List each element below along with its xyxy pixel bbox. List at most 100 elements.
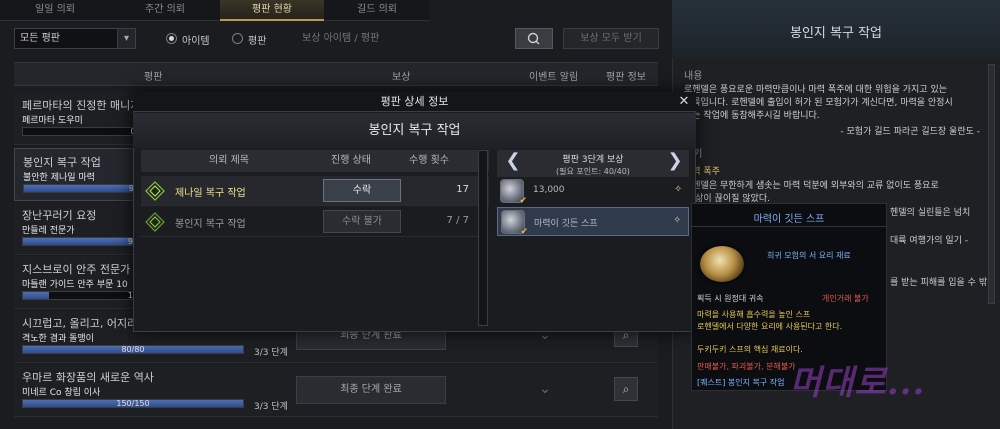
table-header: 평판 보상 이벤트 알림 평판 정보: [14, 62, 658, 86]
event-alert-icon[interactable]: ⌄: [534, 378, 556, 400]
story-side-line: 대륙 여행가의 일기 -: [890, 236, 969, 246]
tooltip-trade: 개인거래 불가: [822, 294, 869, 303]
tooltip-desc-line: 로헨델에서 다양한 요리에 사용된다고 한다.: [697, 322, 843, 331]
soup-icon: ✔: [501, 210, 528, 237]
final-stage-button[interactable]: 최종 단계 완료: [296, 376, 446, 404]
watermark: 머대로...: [790, 363, 926, 403]
quest-count: 17: [456, 184, 469, 195]
content-label: 내용: [684, 71, 703, 82]
quest-table-header: 의뢰 제목 진행 상태 수행 횟수: [141, 150, 489, 172]
reward-stage-title: 평판 3단계 보상: [562, 155, 624, 165]
tab-weekly[interactable]: 주간 의뢰: [110, 0, 220, 21]
close-icon[interactable]: ✕: [675, 93, 693, 111]
content-signature: - 모험가 길드 파라곤 길드장 울란도 -: [840, 127, 980, 137]
check-icon: ✔: [520, 227, 528, 237]
header-reputation: 평판: [144, 72, 163, 83]
category-select-value: 모든 평판: [20, 33, 60, 44]
row-subtitle: 만들레 전문가: [22, 226, 75, 236]
row-subtitle: 마틀랜 가이드 안주 부문 10: [22, 280, 128, 290]
silver-icon: ✔: [500, 179, 527, 206]
radio-reputation[interactable]: [232, 33, 243, 44]
reward-points: (필요 포인트: 40/40): [556, 167, 630, 176]
chevron-down-icon: ▾: [117, 29, 135, 48]
tooltip-quest-tag: [퀘스트] 봉인지 복구 작업: [697, 378, 785, 387]
category-select[interactable]: 모든 평판 ▾: [14, 28, 136, 49]
content-line: 키는 작업에 동참해주시길 바랍니다.: [684, 111, 820, 121]
search-button[interactable]: [515, 28, 553, 49]
tooltip-desc-line: 마력을 사용해 흡수력을 높인 스프: [697, 310, 811, 319]
row-title: 장난꾸러기 요정: [22, 209, 97, 222]
radio-item[interactable]: [166, 33, 177, 44]
quest-scrollbar[interactable]: [478, 150, 488, 326]
tooltip-divider: [692, 226, 886, 227]
col-status: 진행 상태: [331, 155, 371, 166]
radio-item-label: 아이템: [182, 36, 210, 47]
tooltip-flags: 판매불가, 파괴불가, 분해불가: [697, 362, 796, 371]
progress-bar: 150/150: [22, 399, 244, 408]
reward-label: 마력이 깃든 스프: [534, 219, 598, 229]
col-count: 수행 횟수: [409, 155, 449, 166]
progress-text: 150/150: [116, 399, 150, 408]
row-title: 봉인지 복구 작업: [23, 156, 101, 169]
radio-reputation-label: 평판: [248, 36, 267, 47]
modal-title: 봉인지 복구 작업: [133, 113, 696, 149]
row-title: 우마르 화장품의 새로운 역사: [22, 371, 154, 384]
story-line: 로헨델은 무한하게 샘솟는 마력 덕분에 외부와의 교류 없이도 풍요로: [684, 181, 939, 191]
quest-count: 7 / 7: [446, 215, 469, 226]
diamond-icon: ✧: [673, 215, 682, 226]
quest-row[interactable]: 제나일 복구 작업 수락 17: [141, 176, 489, 206]
row-title: 지스브로이 안주 전문가: [22, 263, 131, 276]
header-reward: 보상: [392, 72, 411, 83]
arrow-left-icon[interactable]: ❮: [503, 150, 523, 174]
reputation-row[interactable]: 우마르 화장품의 새로운 역사 미네르 Co 창립 이사 150/150 3/3 단계…: [14, 364, 658, 417]
reward-row[interactable]: ✔ 13,000 ✧: [497, 177, 689, 206]
diamond-icon: ✧: [674, 184, 683, 195]
search-icon: [527, 32, 540, 45]
arrow-right-icon[interactable]: ❯: [665, 150, 685, 174]
row-subtitle: 격노한 겸과 돌맹이: [22, 334, 94, 344]
flag-no-destroy: 파괴불가: [731, 362, 761, 371]
quest-row[interactable]: 봉인지 복구 작업 수락 불가 7 / 7: [141, 207, 489, 237]
row-title: 시끄럽고, 올리고, 어지러: [22, 317, 138, 330]
reward-header: 평판 3단계 보상 (필요 포인트: 40/40): [497, 150, 689, 177]
story-side-line: 헨델의 실린들은 넘치: [890, 208, 971, 218]
row-stage: 3/3 단계: [254, 402, 288, 412]
check-icon: ✔: [519, 196, 527, 206]
search-icon[interactable]: ⌕: [614, 377, 638, 401]
tooltip-bind: 획득 시 원정대 귀속: [697, 294, 764, 303]
modal-header: 평판 상세 정보: [133, 92, 696, 112]
flag-no-sell: 판매불가: [697, 362, 727, 371]
reward-label: 13,000: [533, 185, 565, 195]
content-line: 로헨델은 풍요로운 마력만큼이나 마력 폭주에 대한 위험을 가지고 있는: [684, 85, 948, 95]
detail-scrollbar[interactable]: [988, 64, 995, 304]
content-line: 대륙입니다. 로헨델에 출입이 허가 된 모험가가 계신다면, 마력을 안정시: [684, 98, 953, 108]
emblem-icon: [145, 212, 165, 232]
search-input[interactable]: [296, 28, 510, 49]
accept-disabled-button[interactable]: 수락 불가: [323, 210, 401, 233]
tooltip-material: 두키두키 스프의 핵심 재료이다.: [697, 345, 803, 354]
progress-text: 80/80: [121, 345, 145, 354]
reward-row-selected[interactable]: ✔ 마력이 깃든 스프 ✧: [497, 207, 689, 237]
claim-all-button[interactable]: 보상 모두 받기: [563, 28, 659, 49]
soup-icon: [700, 246, 744, 282]
row-title: 페르마타의 진정한 매니저: [22, 99, 141, 112]
tab-daily[interactable]: 일일 의뢰: [0, 0, 110, 21]
emblem-icon: [145, 181, 165, 201]
header-info: 평판 정보: [606, 72, 646, 83]
accept-button[interactable]: 수락: [323, 179, 401, 202]
detail-title: 봉인지 복구 작업: [672, 0, 1000, 58]
row-stage: 3/3 단계: [254, 348, 288, 358]
col-quest-title: 의뢰 제목: [209, 155, 249, 166]
tab-reputation[interactable]: 평판 현황: [220, 0, 324, 21]
tooltip-grade: 희귀 모험의 서 요리 재료: [767, 251, 851, 260]
row-subtitle: 불안한 제나일 마력: [23, 173, 95, 183]
tab-guild[interactable]: 길드 의뢰: [324, 0, 430, 21]
header-event: 이벤트 알림: [529, 72, 579, 83]
quest-title: 봉인지 복구 작업: [175, 219, 246, 230]
tooltip-title: 마력이 깃든 스프: [753, 214, 825, 225]
tab-bar: 일일 의뢰 주간 의뢰 평판 현황 길드 의뢰: [0, 0, 430, 21]
progress-bar: 80/80: [22, 345, 244, 354]
row-subtitle: 페르마타 도우미: [22, 116, 83, 126]
content-text: 로헨델은 풍요로운 마력만큼이나 마력 폭주에 대한 위험을 가지고 있는 대륙…: [684, 84, 984, 123]
quest-title: 제나일 복구 작업: [175, 188, 246, 199]
